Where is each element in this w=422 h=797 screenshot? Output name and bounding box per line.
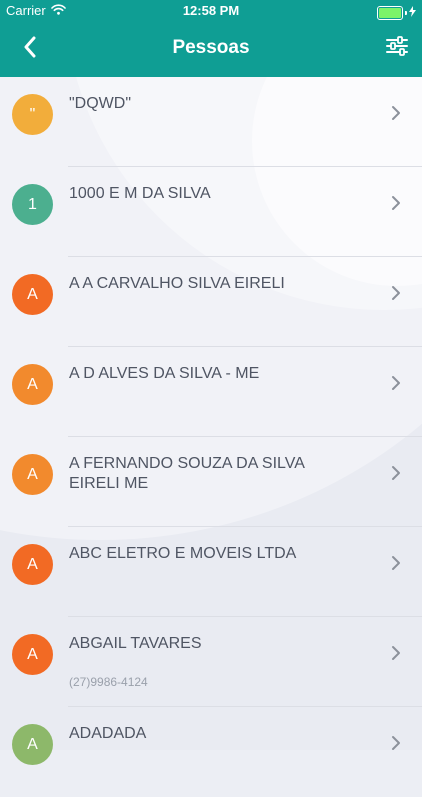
page-title: Pessoas [172, 37, 250, 58]
person-name: ABGAIL TAVARES [69, 635, 202, 652]
chevron-right-icon [390, 374, 402, 392]
chevron-right-icon [390, 464, 402, 482]
list-item[interactable]: A ABGAIL TAVARES (27)9986-4124 [0, 617, 422, 707]
person-name: A D ALVES DA SILVA - ME [69, 365, 260, 382]
avatar: A [12, 634, 53, 675]
battery-indicator [377, 4, 416, 22]
list-item[interactable]: 1 1000 E M DA SILVA [0, 167, 422, 257]
chevron-right-icon [390, 734, 402, 752]
list-item[interactable]: A A D ALVES DA SILVA - ME [0, 347, 422, 437]
person-name: A FERNANDO SOUZA DA SILVA EIRELI ME [69, 455, 305, 492]
navigation-bar: Pessoas [0, 22, 422, 77]
people-list: " "DQWD" 1 1000 E M DA SILVA A A A CARVA… [0, 77, 422, 797]
list-item[interactable]: A ABC ELETRO E MOVEIS LTDA [0, 527, 422, 617]
status-bar: Carrier 12:58 PM [0, 0, 422, 22]
list-item[interactable]: A A FERNANDO SOUZA DA SILVA EIRELI ME [0, 437, 422, 527]
avatar: A [12, 724, 53, 765]
person-name: 1000 E M DA SILVA [69, 185, 211, 202]
list-item[interactable]: A A A CARVALHO SILVA EIRELI [0, 257, 422, 347]
chevron-right-icon [390, 104, 402, 122]
person-phone: (27)9986-4124 [69, 675, 148, 689]
list-item[interactable]: " "DQWD" [0, 77, 422, 167]
chevron-right-icon [390, 554, 402, 572]
chevron-right-icon [390, 284, 402, 302]
avatar: 1 [12, 184, 53, 225]
chevron-right-icon [390, 644, 402, 662]
sliders-icon [386, 35, 408, 61]
avatar: A [12, 364, 53, 405]
chevron-right-icon [390, 194, 402, 212]
charging-bolt-icon [409, 4, 416, 22]
person-name: "DQWD" [69, 95, 132, 112]
status-time: 12:58 PM [182, 3, 240, 18]
avatar: A [12, 454, 53, 495]
person-name: A A CARVALHO SILVA EIRELI [69, 275, 285, 292]
avatar: " [12, 94, 53, 135]
avatar: A [12, 274, 53, 315]
filter-button[interactable] [384, 35, 410, 61]
app-header: Carrier 12:58 PM Pessoas [0, 0, 422, 77]
list-item[interactable]: A ADADADA [0, 707, 422, 797]
avatar: A [12, 544, 53, 585]
person-name: ABC ELETRO E MOVEIS LTDA [69, 545, 297, 562]
battery-icon [377, 6, 403, 20]
person-name: ADADADA [69, 725, 147, 742]
